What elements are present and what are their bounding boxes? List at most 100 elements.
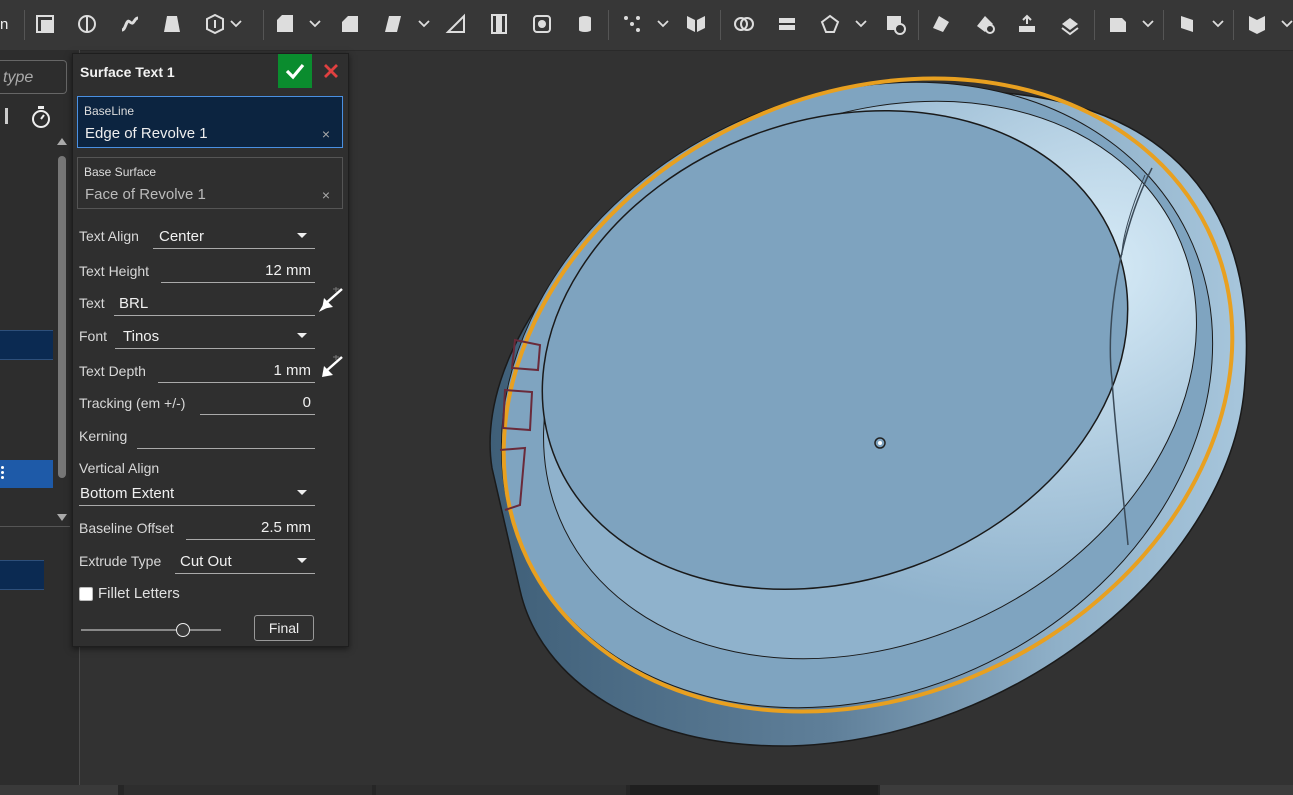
check-icon: [285, 63, 305, 80]
stopwatch-icon[interactable]: [29, 104, 53, 130]
delete-part-icon[interactable]: [882, 11, 908, 37]
tree-divider: [0, 526, 70, 527]
tree-row-highlighted[interactable]: [0, 460, 53, 488]
fillet-letters-checkbox[interactable]: [79, 586, 93, 601]
baseline-selection-box[interactable]: BaseLine Edge of Revolve 1 ×: [77, 96, 343, 148]
chevron-down-icon[interactable]: [309, 17, 321, 29]
delete-face-icon[interactable]: [972, 11, 998, 37]
rollback-slider-thumb[interactable]: [175, 623, 190, 637]
text-align-value: Center: [159, 228, 205, 245]
text-depth-label: Text Depth: [79, 363, 146, 379]
vertical-align-value: Bottom Extent: [80, 485, 175, 502]
toolbar-overflow-label[interactable]: n: [0, 16, 8, 33]
hole-icon[interactable]: [529, 11, 555, 37]
feature-tree-panel: type: [0, 50, 80, 785]
chevron-down-icon[interactable]: [855, 17, 867, 29]
tree-row-part[interactable]: [0, 560, 44, 590]
tracking-label: Tracking (em +/-): [79, 395, 186, 411]
vertical-align-label: Vertical Align: [79, 460, 160, 476]
toolbar-separator: [720, 10, 721, 40]
text-input[interactable]: BRL: [114, 291, 315, 316]
loft-icon[interactable]: [159, 11, 185, 37]
plane-icon[interactable]: [1105, 11, 1131, 37]
text-configure-icon[interactable]: [318, 286, 345, 313]
text-align-dropdown[interactable]: Center: [153, 224, 315, 249]
toolbar-separator: [1094, 10, 1095, 40]
tab[interactable]: [376, 785, 626, 795]
rib-icon[interactable]: [443, 11, 469, 37]
text-depth-configure-icon[interactable]: [319, 354, 345, 380]
pattern-icon[interactable]: [619, 11, 645, 37]
pause-icon[interactable]: [2, 108, 12, 126]
chevron-down-icon[interactable]: [418, 17, 430, 29]
transform-icon[interactable]: [817, 11, 843, 37]
tree-row-selected[interactable]: [0, 330, 53, 360]
kerning-input[interactable]: [137, 424, 315, 449]
clear-base-surface-icon[interactable]: ×: [322, 187, 330, 203]
sweep-icon[interactable]: [117, 11, 143, 37]
sheet-metal-icon[interactable]: [1244, 11, 1270, 37]
toolbar-separator: [263, 10, 264, 40]
font-dropdown[interactable]: Tinos: [115, 324, 315, 349]
tab[interactable]: [124, 785, 372, 795]
text-height-input[interactable]: 12 mm: [161, 258, 315, 283]
toolbar-separator: [24, 10, 25, 40]
row-menu-icon[interactable]: [1, 464, 5, 484]
chevron-down-icon[interactable]: [230, 17, 242, 29]
shell-icon[interactable]: [486, 11, 512, 37]
fillet-icon[interactable]: [272, 11, 298, 37]
fillet-letters-row[interactable]: Fillet Letters: [79, 585, 180, 602]
tracking-input[interactable]: 0: [200, 390, 315, 415]
new-sketch-icon[interactable]: [32, 11, 58, 37]
text-align-label: Text Align: [79, 228, 139, 244]
base-surface-selection-box[interactable]: Base Surface Face of Revolve 1 ×: [77, 157, 343, 209]
chevron-down-icon[interactable]: [1212, 17, 1224, 29]
accept-button[interactable]: [278, 54, 312, 88]
surface-text-dialog: Surface Text 1 BaseLine Edge of Revolve …: [72, 53, 349, 647]
text-depth-value: 1 mm: [273, 362, 312, 379]
text-height-value: 12 mm: [265, 262, 311, 279]
extrude-type-dropdown[interactable]: Cut Out: [175, 549, 315, 574]
scroll-thumb[interactable]: [58, 156, 66, 478]
dialog-title: Surface Text 1: [80, 64, 175, 80]
rollback-slider-track[interactable]: [81, 629, 221, 631]
mirror-icon[interactable]: [683, 11, 709, 37]
chevron-down-icon[interactable]: [1281, 17, 1293, 29]
chevron-down-icon[interactable]: [1142, 17, 1154, 29]
chevron-down-icon: [297, 233, 307, 238]
chevron-down-icon[interactable]: [657, 17, 669, 29]
chamfer-icon[interactable]: [337, 11, 363, 37]
replace-face-icon[interactable]: [1014, 11, 1040, 37]
baseline-offset-input[interactable]: 2.5 mm: [186, 515, 315, 540]
base-surface-label: Base Surface: [84, 165, 157, 179]
close-icon: [324, 64, 338, 78]
vertical-align-dropdown[interactable]: Bottom Extent: [79, 481, 315, 506]
feature-search-input[interactable]: type: [0, 60, 67, 94]
toolbar-separator: [918, 10, 919, 40]
mate-connector-icon[interactable]: [1174, 11, 1200, 37]
tree-scrollbar[interactable]: [55, 138, 69, 523]
tab[interactable]: [0, 785, 118, 795]
baseline-offset-label: Baseline Offset: [79, 520, 174, 536]
kerning-label: Kerning: [79, 428, 128, 444]
toolbar-separator: [1163, 10, 1164, 40]
chevron-down-icon: [297, 490, 307, 495]
revolve-icon[interactable]: [74, 11, 100, 37]
thread-icon[interactable]: [572, 11, 598, 37]
clear-baseline-icon[interactable]: ×: [322, 126, 330, 142]
split-icon[interactable]: [774, 11, 800, 37]
modify-face-icon[interactable]: [928, 11, 954, 37]
font-label: Font: [79, 328, 108, 344]
draft-icon[interactable]: [380, 11, 406, 37]
chevron-down-icon: [297, 333, 307, 338]
extrude-type-label: Extrude Type: [79, 553, 162, 569]
text-depth-input[interactable]: 1 mm: [158, 358, 315, 383]
move-face-icon[interactable]: [1057, 11, 1083, 37]
cancel-button[interactable]: [315, 54, 347, 88]
thicken-icon[interactable]: [202, 11, 228, 37]
tab-active[interactable]: [630, 785, 878, 795]
final-button[interactable]: Final: [254, 615, 314, 641]
scroll-down-icon[interactable]: [57, 514, 67, 521]
scroll-up-icon[interactable]: [57, 138, 67, 145]
boolean-icon[interactable]: [731, 11, 757, 37]
